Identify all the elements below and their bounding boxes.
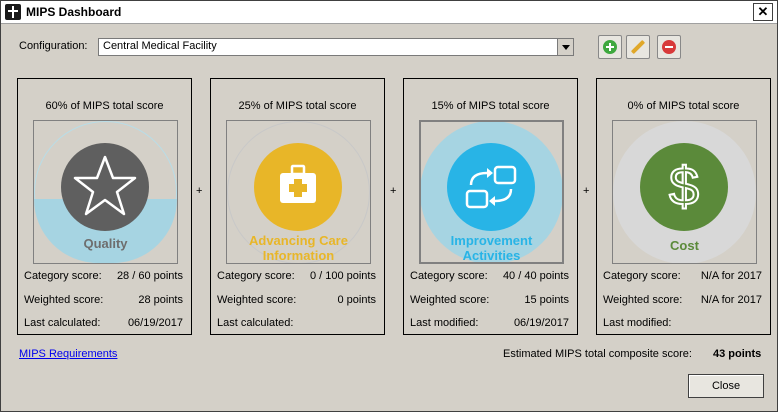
plus-sign: + [196,185,203,197]
weighted-score-label: Weighted score: [217,294,297,306]
ia-frame: Improvement Activities [419,120,564,264]
mips-requirements-link[interactable]: MIPS Requirements [19,348,117,360]
ia-percent: 15% of MIPS total score [431,100,550,112]
composite-score-label: Estimated MIPS total composite score: [503,348,692,360]
add-configuration-button[interactable] [598,35,622,59]
weighted-score-label: Weighted score: [410,294,490,306]
window-title: MIPS Dashboard [26,5,122,19]
aci-name-line1: Advancing Care [249,233,348,248]
plus-sign: + [583,185,590,197]
weighted-score-value: 0 points [337,294,376,306]
category-score-value: N/A for 2017 [700,270,762,282]
quality-card[interactable]: 60% of MIPS total score Quality Category… [17,78,192,335]
cost-name: Cost [670,238,699,253]
configuration-value: Central Medical Facility [103,40,217,52]
add-icon [603,40,617,54]
chevron-down-icon[interactable] [557,39,573,55]
aci-name-line2: Information [262,248,335,263]
cost-card[interactable]: 0% of MIPS total score $ Cost Category s… [596,78,771,335]
weighted-score-label: Weighted score: [24,294,104,306]
weighted-score-value: N/A for 2017 [700,294,762,306]
configuration-label: Configuration: [19,40,88,52]
plus-sign: + [390,185,397,197]
category-score-value: 40 / 40 points [502,270,569,282]
quality-percent: 60% of MIPS total score [45,100,164,112]
weighted-score-value: 28 points [138,294,183,306]
aci-frame: Advancing Care Information [226,120,371,264]
category-score-label: Category score: [410,270,488,282]
window-close-button[interactable]: ✕ [753,3,773,21]
weighted-score-value: 15 points [524,294,569,306]
ia-name-line2: Activities [462,248,521,263]
configuration-select[interactable]: Central Medical Facility [98,38,574,56]
dollar-icon: $ [640,143,728,231]
remove-configuration-button[interactable] [657,35,681,59]
cost-percent: 0% of MIPS total score [627,100,740,112]
quality-frame: Quality [33,120,178,264]
category-score-value: 28 / 60 points [116,270,183,282]
remove-icon [662,40,676,54]
last-modified-value: 06/19/2017 [513,317,569,329]
last-calculated-value: 06/19/2017 [127,317,183,329]
last-modified-label: Last modified: [410,317,479,329]
close-button[interactable]: Close [688,374,764,398]
last-calculated-label: Last calculated: [217,317,294,329]
edit-configuration-button[interactable] [626,35,650,59]
weighted-score-label: Weighted score: [603,294,683,306]
last-modified-label: Last modified: [603,317,672,329]
medical-cross-icon [254,143,342,231]
mips-dashboard-window: MIPS Dashboard ✕ Configuration: Central … [0,0,778,412]
ia-name-line1: Improvement [450,233,533,248]
star-icon [61,143,149,231]
category-score-value: 0 / 100 points [309,270,376,282]
composite-score-value: 43 points [713,348,762,360]
category-score-label: Category score: [24,270,102,282]
svg-text:$: $ [669,157,699,217]
aci-percent: 25% of MIPS total score [238,100,357,112]
quality-name: Quality [83,236,128,251]
cycle-arrows-icon [447,143,535,231]
cost-frame: $ Cost [612,120,757,264]
last-calculated-label: Last calculated: [24,317,101,329]
category-score-label: Category score: [217,270,295,282]
pencil-icon [630,39,646,55]
app-cross-icon [5,4,21,20]
category-score-label: Category score: [603,270,681,282]
advancing-care-card[interactable]: 25% of MIPS total score Advancing Care I… [210,78,385,335]
title-bar: MIPS Dashboard ✕ [1,1,777,24]
improvement-activities-card[interactable]: 15% of MIPS total score Improvement Acti… [403,78,578,335]
